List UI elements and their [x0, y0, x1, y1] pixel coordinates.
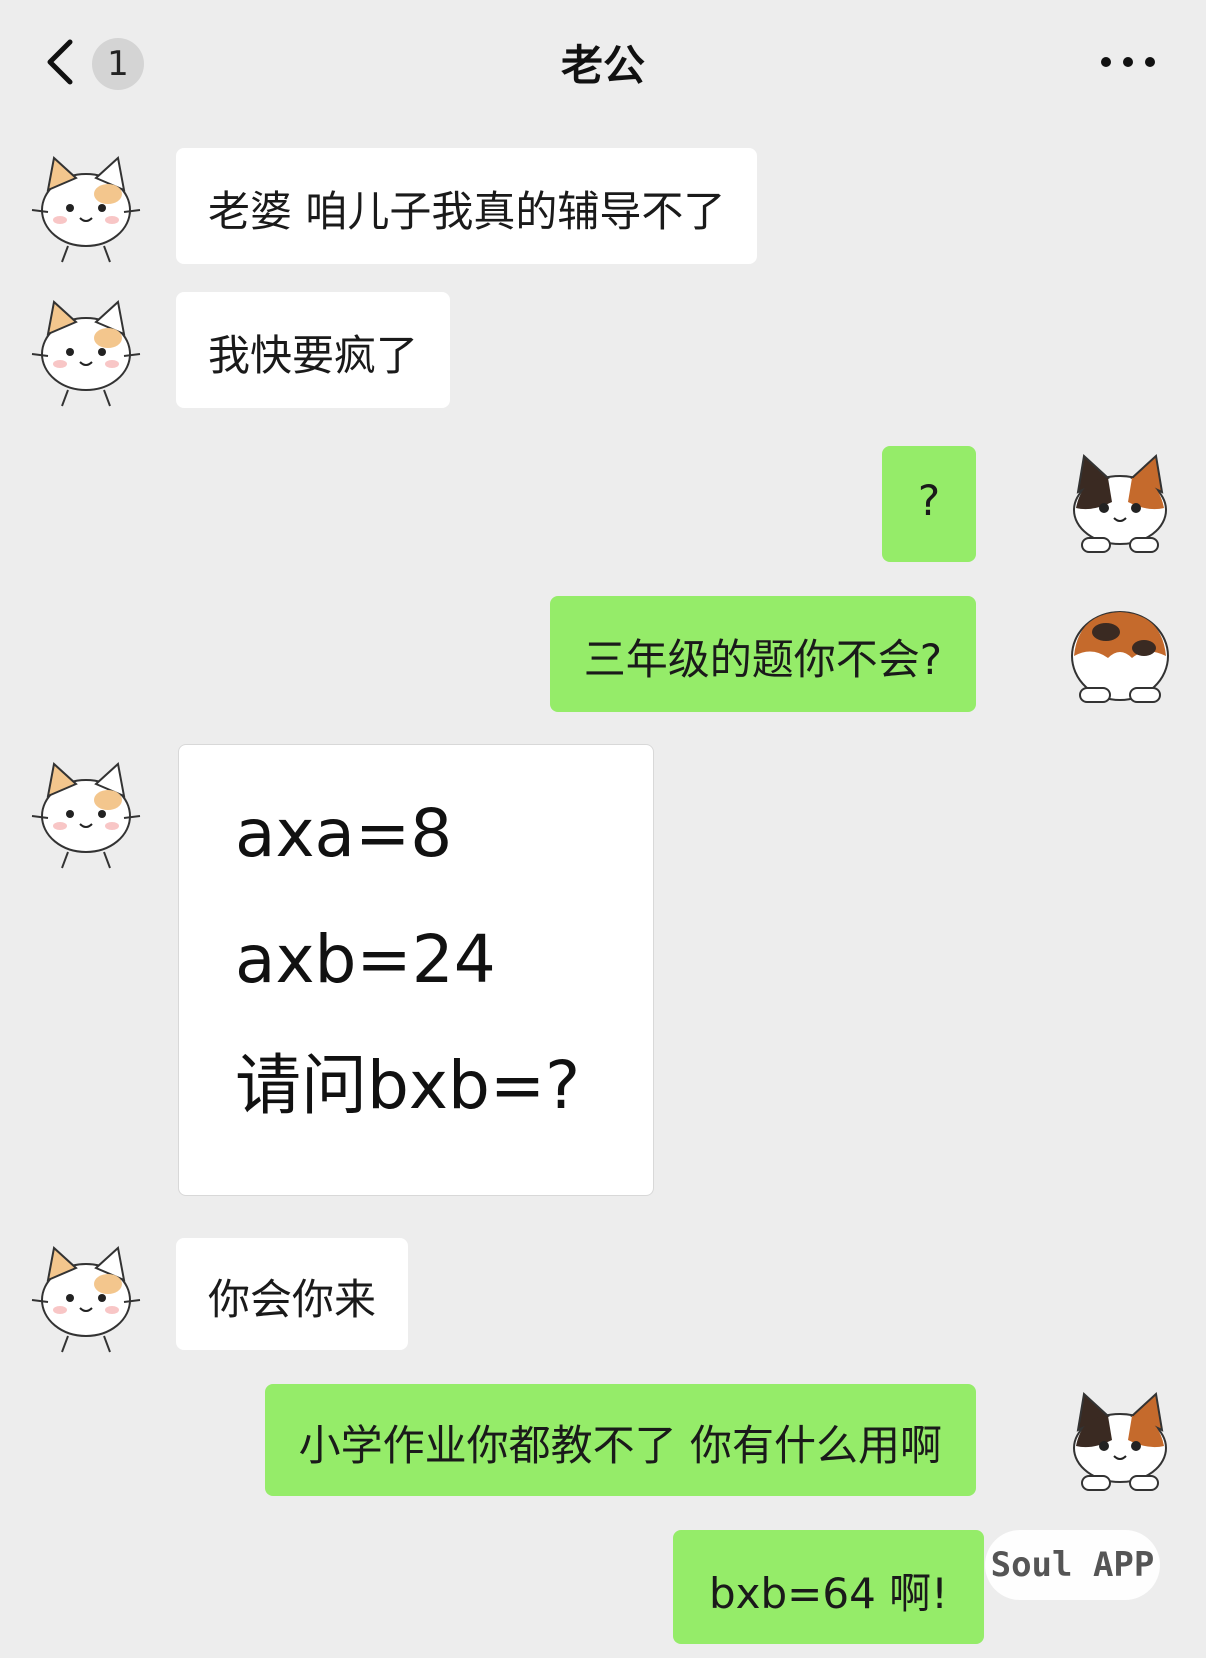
message-row: 我快要疯了 — [0, 292, 1206, 412]
soul-app-watermark: Soul APP — [985, 1530, 1160, 1600]
message-bubble[interactable]: bxb=64 啊! — [673, 1530, 984, 1644]
math-line: axb=24 — [235, 921, 496, 998]
message-bubble[interactable]: 老婆 咱儿子我真的辅导不了 — [176, 148, 758, 264]
math-problem-bubble[interactable]: axa=8 axb=24 请问bxb=? — [178, 744, 654, 1196]
message-row: axa=8 axb=24 请问bxb=? — [0, 744, 1206, 1204]
kitten-avatar-icon[interactable] — [28, 148, 144, 264]
math-line: axa=8 — [235, 795, 453, 872]
chat-title: 老公 — [560, 41, 645, 90]
message-row: ? — [0, 446, 1206, 566]
calico-cat-avatar-icon[interactable] — [1062, 1384, 1178, 1500]
message-row: 你会你来 — [0, 1238, 1206, 1358]
message-bubble[interactable]: 三年级的题你不会? — [549, 596, 976, 712]
math-line: 请问bxb=? — [235, 1047, 581, 1124]
message-row: 三年级的题你不会? — [0, 596, 1206, 716]
kitten-avatar-icon[interactable] — [28, 1238, 144, 1354]
chat-header: 1 老公 — [0, 0, 1206, 124]
message-row: 小学作业你都教不了 你有什么用啊 — [0, 1384, 1206, 1504]
calico-cat-avatar-icon[interactable] — [1062, 446, 1178, 562]
calico-cat-avatar-icon[interactable] — [1062, 596, 1178, 712]
kitten-avatar-icon[interactable] — [28, 292, 144, 408]
message-row: 老婆 咱儿子我真的辅导不了 — [0, 148, 1206, 268]
message-bubble[interactable]: 小学作业你都教不了 你有什么用啊 — [264, 1384, 976, 1496]
message-bubble[interactable]: 我快要疯了 — [176, 292, 451, 408]
kitten-avatar-icon[interactable] — [28, 754, 144, 870]
message-bubble[interactable]: 你会你来 — [176, 1238, 409, 1350]
more-dots-icon[interactable] — [1098, 52, 1158, 72]
message-bubble[interactable]: ? — [882, 446, 976, 562]
